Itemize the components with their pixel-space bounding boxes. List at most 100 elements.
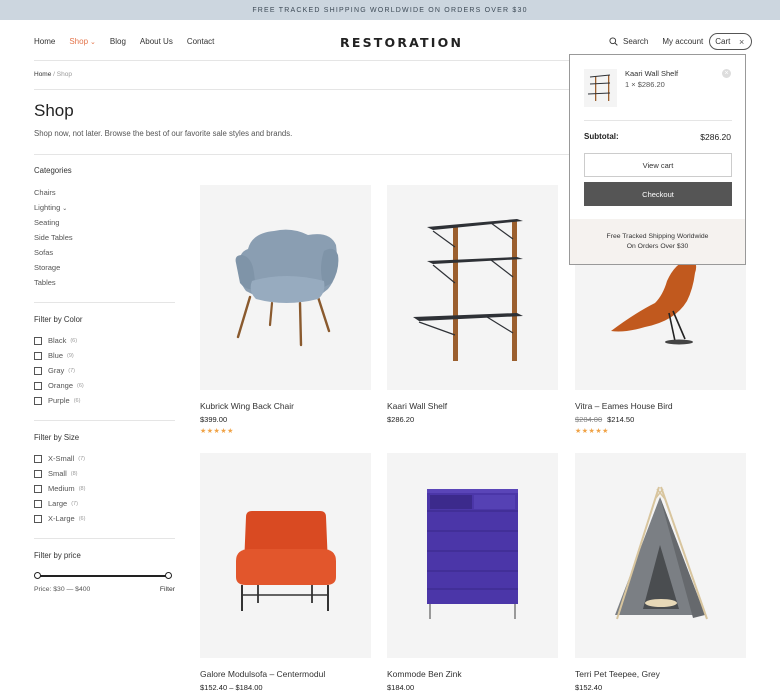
checkbox[interactable] xyxy=(34,469,42,478)
product-price: $286.20 xyxy=(387,415,415,424)
option-count: (7) xyxy=(68,367,75,374)
view-cart-button[interactable]: View cart xyxy=(584,153,732,177)
size-filter-heading: Filter by Size xyxy=(34,433,80,442)
product-image[interactable] xyxy=(200,453,371,658)
category-side-tables[interactable]: Side Tables xyxy=(34,230,175,245)
sidebar-divider xyxy=(34,538,175,539)
color-option-purple[interactable]: Purple (6) xyxy=(34,393,175,408)
nav-blog[interactable]: Blog xyxy=(110,37,126,46)
color-option-blue[interactable]: Blue (9) xyxy=(34,348,175,363)
remove-item-icon[interactable]: × xyxy=(722,69,731,78)
option-count: (7) xyxy=(78,455,85,462)
page-title: Shop xyxy=(34,101,74,120)
product-name[interactable]: Vitra – Eames House Bird xyxy=(575,401,746,411)
product-name[interactable]: Kubrick Wing Back Chair xyxy=(200,401,371,411)
sale-price: $214.50 xyxy=(607,415,635,424)
nav-shop-label: Shop xyxy=(69,37,89,46)
checkbox[interactable] xyxy=(34,454,42,463)
product-card[interactable]: Terri Pet Teepee, Grey $152.40 xyxy=(575,453,746,692)
product-name[interactable]: Terri Pet Teepee, Grey xyxy=(575,669,746,679)
size-option-large[interactable]: Large (7) xyxy=(34,496,175,511)
slider-track xyxy=(37,575,169,577)
checkbox[interactable] xyxy=(34,396,42,405)
wall-shelf-image xyxy=(413,219,523,361)
checkbox[interactable] xyxy=(34,484,42,493)
star-rating: ★★★★★ xyxy=(200,428,234,435)
cart-divider xyxy=(584,120,732,121)
nav-about[interactable]: About Us xyxy=(140,37,173,46)
product-price: $399.00 xyxy=(200,415,228,424)
product-image[interactable] xyxy=(387,453,558,658)
product-name[interactable]: Kommode Ben Zink xyxy=(387,669,558,679)
color-option-gray[interactable]: Gray (7) xyxy=(34,363,175,378)
product-card[interactable]: Kubrick Wing Back Chair $399.00 ★★★★★ xyxy=(200,185,371,435)
option-label: Small xyxy=(48,469,67,478)
account-link[interactable]: My account xyxy=(662,37,703,46)
cart-item-thumbnail[interactable] xyxy=(584,69,617,107)
size-option-medium[interactable]: Medium (8) xyxy=(34,481,175,496)
filter-button[interactable]: Filter xyxy=(160,586,175,593)
checkbox[interactable] xyxy=(34,499,42,508)
shipping-banner-text: FREE TRACKED SHIPPING WORLDWIDE ON ORDER… xyxy=(252,6,528,14)
size-option-x-small[interactable]: X-Small (7) xyxy=(34,451,175,466)
sidebar: Categories Chairs Lighting ⌄ Seating Side… xyxy=(34,166,175,593)
breadcrumb-home[interactable]: Home xyxy=(34,71,51,78)
shipping-banner: FREE TRACKED SHIPPING WORLDWIDE ON ORDER… xyxy=(0,0,780,20)
nav-shop[interactable]: Shop ⌄ xyxy=(69,37,96,46)
cart-item-name[interactable]: Kaari Wall Shelf xyxy=(625,69,678,78)
color-filter-list: Black (6) Blue (9) Gray (7) Orange (6) Purpl… xyxy=(34,333,175,408)
checkbox[interactable] xyxy=(34,381,42,390)
price-slider[interactable] xyxy=(34,572,172,580)
checkbox[interactable] xyxy=(34,366,42,375)
checkbox[interactable] xyxy=(34,514,42,523)
product-image[interactable] xyxy=(575,453,746,658)
checkbox[interactable] xyxy=(34,336,42,345)
product-card[interactable]: Galore Modulsofa – Centermodul $152.40 –… xyxy=(200,453,371,692)
close-icon[interactable]: × xyxy=(739,37,744,47)
option-count: (6) xyxy=(70,337,78,344)
chevron-down-icon: ⌄ xyxy=(90,39,96,46)
category-tables[interactable]: Tables xyxy=(34,275,175,290)
option-count: (8) xyxy=(78,485,86,492)
checkout-button[interactable]: Checkout xyxy=(584,182,732,206)
star-rating: ★★★★★ xyxy=(575,428,609,435)
slider-handle-max[interactable] xyxy=(165,572,172,579)
product-image[interactable] xyxy=(200,185,371,390)
option-label: Orange xyxy=(48,381,74,390)
product-image[interactable] xyxy=(387,185,558,390)
search-link[interactable]: Search xyxy=(623,37,648,46)
search-icon[interactable] xyxy=(609,37,618,46)
main-nav: Home Shop ⌄ Blog About Us Contact xyxy=(34,37,214,46)
category-seating[interactable]: Seating xyxy=(34,215,175,230)
price-filter-row: Price: $30 — $400 Filter xyxy=(34,586,175,593)
category-chairs[interactable]: Chairs xyxy=(34,185,175,200)
option-label: Black xyxy=(48,336,67,345)
product-name[interactable]: Kaari Wall Shelf xyxy=(387,401,558,411)
option-label: Blue xyxy=(48,351,64,360)
wall-shelf-thumbnail-image xyxy=(587,74,611,101)
cart-button[interactable]: Cart × xyxy=(709,33,753,50)
color-option-orange[interactable]: Orange (6) xyxy=(34,378,175,393)
slider-handle-min[interactable] xyxy=(34,572,41,579)
product-name[interactable]: Galore Modulsofa – Centermodul xyxy=(200,669,371,679)
color-filter-heading: Filter by Color xyxy=(34,315,83,324)
cart-item-quantity: 1 × $286.20 xyxy=(625,80,665,89)
size-option-small[interactable]: Small (8) xyxy=(34,466,175,481)
product-card[interactable]: Kommode Ben Zink $184.00 xyxy=(387,453,558,692)
checkbox[interactable] xyxy=(34,351,42,360)
category-storage[interactable]: Storage xyxy=(34,260,175,275)
subtotal-label: Subtotal: xyxy=(584,132,619,141)
category-lighting[interactable]: Lighting ⌄ xyxy=(34,200,175,215)
color-option-black[interactable]: Black (6) xyxy=(34,333,175,348)
nav-contact[interactable]: Contact xyxy=(187,37,215,46)
site-logo[interactable]: RESTORATION xyxy=(340,35,463,50)
categories-heading: Categories xyxy=(34,166,72,175)
nav-home[interactable]: Home xyxy=(34,37,55,46)
sofa-module-image xyxy=(236,511,336,611)
size-option-x-large[interactable]: X-Large (6) xyxy=(34,511,175,526)
category-sofas[interactable]: Sofas xyxy=(34,245,175,260)
product-card[interactable]: Kaari Wall Shelf $286.20 xyxy=(387,185,558,424)
header-actions: Search My account Cart × xyxy=(609,33,753,50)
chevron-down-icon[interactable]: ⌄ xyxy=(62,206,67,212)
category-lighting-label: Lighting xyxy=(34,203,61,212)
